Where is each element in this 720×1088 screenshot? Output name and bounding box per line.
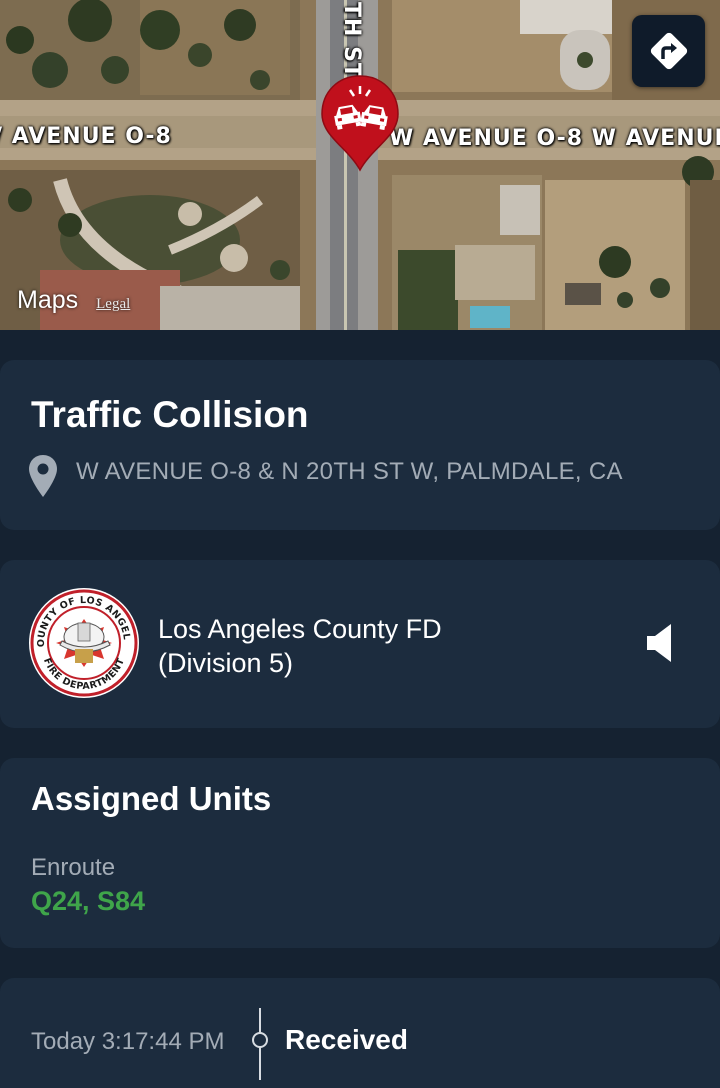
timeline-dot-icon [252, 1032, 268, 1048]
assigned-units-title: Assigned Units [31, 780, 272, 817]
road-label-avenue-o8-left: / AVENUE O-8 [0, 124, 172, 149]
apple-maps-attribution: Maps Legal [16, 286, 130, 315]
timeline-event: Received [285, 1024, 408, 1055]
agency-name-line2: (Division 5) [158, 648, 294, 678]
assigned-units-card: Assigned Units Enroute Q24, S84 [0, 758, 720, 948]
agency-name: Los Angeles County FD (Division 5) [158, 612, 442, 680]
legal-link[interactable]: Legal [96, 296, 130, 313]
speaker-icon[interactable] [645, 622, 673, 664]
timeline-time: Today 3:17:44 PM [31, 1028, 225, 1055]
road-label-avenue-o8-right: W AVENUE O-8 W AVENUE [389, 126, 720, 151]
unit-list: Q24, S84 [31, 886, 146, 916]
incident-map[interactable]: / AVENUE O-8 W AVENUE O-8 W AVENUE TH ST [0, 0, 720, 330]
location-pin-icon [29, 455, 57, 497]
timeline-card: Today 3:17:44 PM Received [0, 978, 720, 1088]
la-county-fire-seal-icon: COUNTY OF LOS ANGELES FIRE DEPARTMENT [28, 587, 139, 698]
directions-button[interactable] [632, 15, 705, 87]
agency-name-line1: Los Angeles County FD [158, 614, 442, 644]
incident-card: Traffic Collision W AVENUE O-8 & N 20TH … [0, 360, 720, 530]
road-label-20th-st: TH ST [339, 2, 364, 79]
unit-status-label: Enroute [31, 854, 116, 881]
incident-title: Traffic Collision [31, 394, 309, 435]
maps-wordmark: Maps [17, 286, 79, 314]
car-collision-icon[interactable] [320, 74, 400, 172]
incident-location[interactable]: W AVENUE O-8 & N 20TH ST W, PALMDALE, CA [76, 458, 623, 486]
agency-card[interactable]: COUNTY OF LOS ANGELES FIRE DEPARTMENT Lo… [0, 560, 720, 728]
directions-icon [650, 32, 687, 70]
